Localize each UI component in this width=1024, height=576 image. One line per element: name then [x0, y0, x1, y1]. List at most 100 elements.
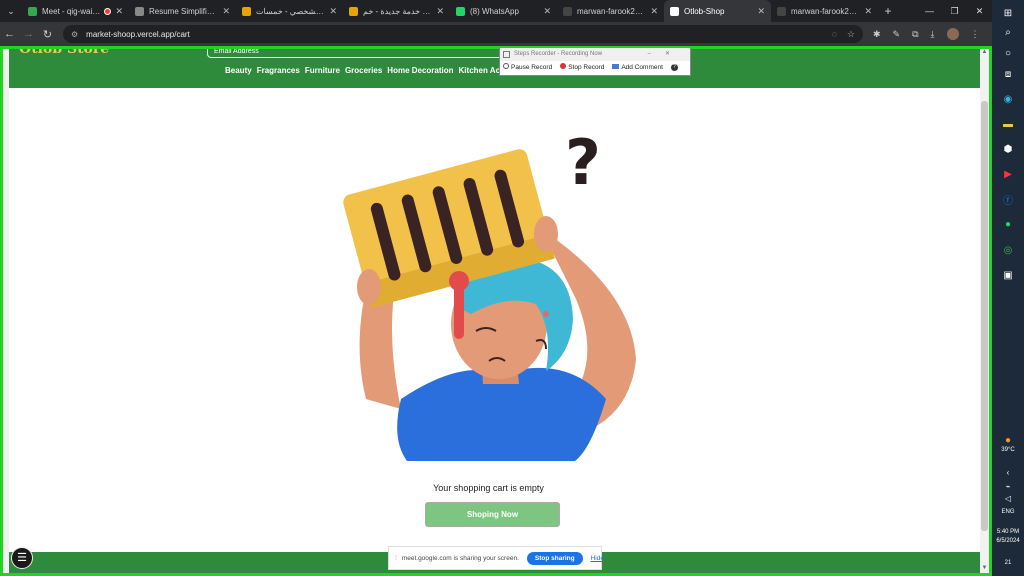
tab-title: Resume Simplification [149, 6, 218, 16]
back-icon[interactable]: ← [0, 28, 19, 40]
category-link[interactable]: Home Decoration [387, 66, 453, 75]
app-cube-icon[interactable]: ⬢ [1000, 141, 1016, 157]
weather-icon[interactable]: ● [1000, 432, 1016, 448]
browser-tab[interactable]: أضف خدمة جديدة - خم ✕ [343, 0, 450, 22]
tab-favicon-icon [242, 6, 251, 16]
file-explorer-icon[interactable]: ▬ [1000, 116, 1016, 132]
category-link[interactable]: Fragrances [257, 66, 300, 75]
close-tab-icon[interactable]: ✕ [436, 6, 444, 17]
extension-icon[interactable]: ✱ [873, 29, 881, 40]
pen-icon[interactable]: ✎ [893, 29, 901, 40]
close-tab-icon[interactable]: ✕ [222, 6, 230, 17]
steps-recorder-taskbar-icon[interactable]: ▣ [1000, 267, 1016, 283]
email-field[interactable]: Email Address [207, 49, 507, 58]
category-link[interactable]: Furniture [305, 66, 340, 75]
close-tab-icon[interactable]: ✕ [650, 6, 658, 17]
youtube-icon[interactable]: ▶ [1000, 166, 1016, 182]
tab-favicon-icon [670, 6, 679, 16]
close-tab-icon[interactable]: ✕ [543, 6, 551, 17]
chrome-menu-icon[interactable]: ⋮ [971, 29, 980, 40]
steps-recorder-title: Steps Recorder - Recording Now [514, 51, 603, 57]
tab-favicon-icon [563, 6, 572, 16]
pause-record-button[interactable]: Pause Record [503, 63, 552, 71]
tab-title: أضف خدمة جديدة - خم [363, 6, 433, 16]
forward-icon[interactable]: → [19, 28, 38, 40]
drag-handle-icon[interactable]: ⁞ [395, 555, 397, 562]
new-tab-button[interactable]: + [878, 4, 898, 18]
address-bar[interactable]: ⚙ market-shoop.vercel.app/cart ◌ ☆ [63, 25, 863, 43]
pause-icon [503, 63, 509, 69]
site-logo[interactable]: Otlob Store [19, 49, 109, 57]
tab-title: Meet - qig-wair-xyx [42, 6, 102, 16]
browser-tab[interactable]: ملفي الشخصي - خمسات ✕ [236, 0, 343, 22]
browser-tab[interactable]: marwan-farook22/Mari ✕ [771, 0, 878, 22]
notification-count[interactable]: 21 [992, 560, 1024, 566]
category-link[interactable]: Beauty [225, 66, 252, 75]
browser-tab[interactable]: (8) WhatsApp ✕ [450, 0, 557, 22]
url-text: market-shoop.vercel.app/cart [86, 29, 190, 39]
close-tab-icon[interactable]: ✕ [329, 6, 337, 17]
browser-tab[interactable]: Meet - qig-wair-xyx ✕ [22, 0, 129, 22]
chrome-icon[interactable]: ◎ [1000, 242, 1016, 258]
help-icon[interactable]: ? [670, 63, 678, 71]
comment-icon [612, 63, 620, 69]
reload-icon[interactable]: ↻ [38, 28, 57, 41]
stop-record-button[interactable]: Stop Record [560, 63, 604, 71]
tab-title: (8) WhatsApp [470, 6, 519, 16]
search-icon[interactable]: ⌕ [1000, 24, 1016, 40]
restore-icon[interactable]: ❐ [942, 0, 967, 22]
extensions-puzzle-icon[interactable]: ⧉ [912, 29, 918, 40]
tab-title: ملفي الشخصي - خمسات [256, 6, 325, 16]
empty-cart-message: Your shopping cart is empty [433, 483, 544, 493]
recording-icon [104, 7, 112, 15]
empty-cart-illustration: ? [343, 126, 636, 461]
scroll-up-icon[interactable]: ▲ [981, 49, 988, 57]
share-message: meet.google.com is sharing your screen. [401, 554, 519, 562]
edge-icon[interactable]: ◉ [1000, 91, 1016, 107]
facebook-icon[interactable]: ⓕ [1000, 191, 1016, 207]
windows-start-icon[interactable]: ⊞ [1000, 5, 1016, 21]
stop-sharing-button[interactable]: Stop sharing [526, 551, 583, 565]
shop-now-button[interactable]: Shoping Now [425, 502, 560, 527]
site-header: Otlob Store Email Address Beauty Fragranc… [9, 49, 980, 88]
profile-avatar[interactable] [946, 28, 959, 40]
download-icon[interactable]: ⤓ [931, 29, 935, 40]
language-indicator[interactable]: ENG [992, 509, 1024, 515]
eye-off-icon[interactable]: ◌ [832, 29, 837, 40]
clock-time[interactable]: 5:40 PM [992, 529, 1024, 535]
browser-tab[interactable]: marwan-farook22/Mari ✕ [557, 0, 664, 22]
cortana-icon[interactable]: ○ [1000, 45, 1016, 61]
scrollbar-thumb[interactable] [981, 101, 988, 531]
scrollbar[interactable]: ▲ ▼ [980, 49, 989, 573]
close-tab-icon[interactable]: ✕ [864, 6, 872, 17]
close-window-icon[interactable]: ✕ [967, 0, 992, 22]
menu-icon[interactable]: ☰ [11, 547, 33, 569]
spotify-icon[interactable]: ● [1000, 216, 1016, 232]
site-info-icon[interactable]: ⚙ [71, 30, 78, 39]
minimize-icon[interactable]: — [917, 0, 942, 22]
tab-favicon-icon [349, 6, 358, 16]
add-comment-button[interactable]: Add Comment [612, 63, 663, 71]
tab-title: Otlob-Shop [684, 6, 725, 16]
window-controls: — ❐ ✕ [917, 0, 992, 22]
browser-tab[interactable]: Otlob-Shop ✕ [664, 0, 771, 22]
category-nav: Beauty Fragrances Furniture Groceries Home D… [225, 66, 537, 75]
bookmark-star-icon[interactable]: ☆ [847, 29, 855, 40]
steps-recorder-window: Steps Recorder - Recording Now –✕ Pause … [499, 47, 691, 76]
close-tab-icon[interactable]: ✕ [115, 6, 123, 17]
scroll-down-icon[interactable]: ▼ [981, 565, 988, 573]
clock-date[interactable]: 6/5/2024 [992, 538, 1024, 544]
tab-search-icon[interactable]: ⌄ [0, 0, 22, 22]
tab-favicon-icon [135, 6, 144, 16]
tab-favicon-icon [456, 6, 465, 16]
stop-icon [560, 63, 567, 69]
tab-title: marwan-farook22/Mari [791, 6, 860, 16]
task-view-icon[interactable]: ⧈ [1000, 66, 1016, 82]
close-tab-icon[interactable]: ✕ [757, 6, 765, 17]
volume-icon[interactable]: ◁ [1000, 490, 1016, 506]
browser-tab[interactable]: Resume Simplification ✕ [129, 0, 236, 22]
question-mark-icon: ? [565, 126, 601, 199]
hide-link[interactable]: Hide [591, 555, 604, 562]
category-link[interactable]: Groceries [345, 66, 382, 75]
steps-window-controls[interactable]: –✕ [648, 48, 684, 61]
